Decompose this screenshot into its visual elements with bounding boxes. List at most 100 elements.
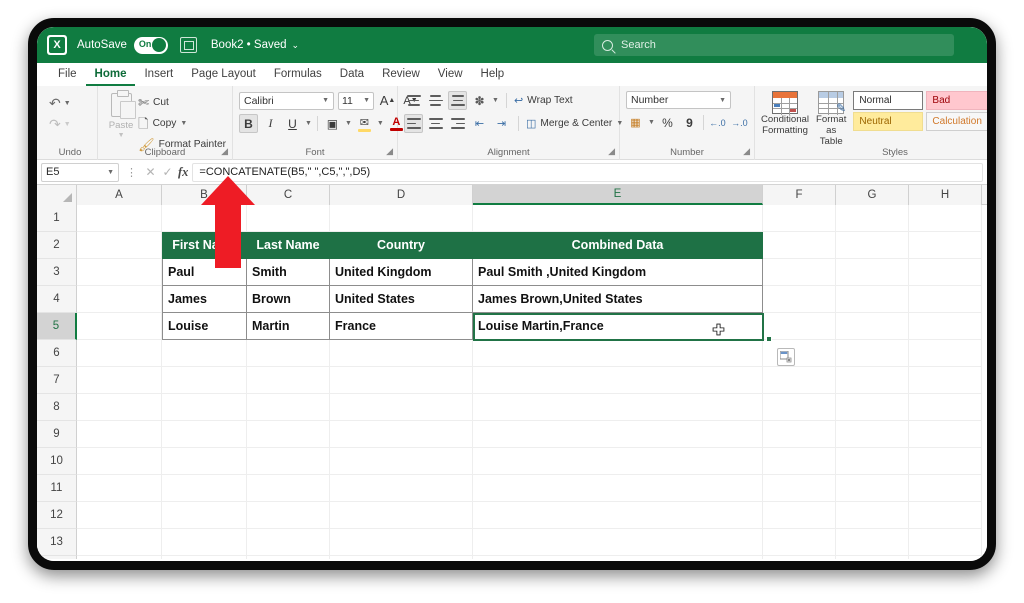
cell-C10[interactable] xyxy=(247,448,330,475)
row-header-8[interactable]: 8 xyxy=(37,394,77,421)
cell-H2[interactable] xyxy=(909,232,982,259)
comma-format-button[interactable]: 9 xyxy=(680,113,699,132)
file-name-label[interactable]: Book2 • Saved xyxy=(211,39,287,51)
cell-B11[interactable] xyxy=(162,475,247,502)
cell-A4[interactable] xyxy=(77,286,162,313)
chevron-down-icon[interactable]: ▼ xyxy=(118,132,125,139)
borders-button[interactable]: ▣ xyxy=(323,114,342,133)
row-header-5[interactable]: 5 xyxy=(37,313,77,340)
style-calculation[interactable]: Calculation xyxy=(926,112,987,131)
cell-B8[interactable] xyxy=(162,394,247,421)
cell-F11[interactable] xyxy=(763,475,836,502)
cell-H3[interactable] xyxy=(909,259,982,286)
chevron-down-icon[interactable]: ▼ xyxy=(345,120,352,127)
row-header-4[interactable]: 4 xyxy=(37,286,77,313)
align-center-button[interactable] xyxy=(426,114,445,133)
copy-button[interactable]: 🗋 Copy ▼ xyxy=(138,114,226,133)
cell-H11[interactable] xyxy=(909,475,982,502)
cell-A5[interactable] xyxy=(77,313,162,340)
cell-E3[interactable]: Paul Smith ,United Kingdom xyxy=(473,259,763,286)
row-header-2[interactable]: 2 xyxy=(37,232,77,259)
cell-H14[interactable] xyxy=(909,556,982,559)
tab-review[interactable]: Review xyxy=(373,63,429,86)
cell-F3[interactable] xyxy=(763,259,836,286)
cell-E2[interactable]: Combined Data xyxy=(473,232,763,259)
tab-file[interactable]: File xyxy=(49,63,86,86)
cell-D10[interactable] xyxy=(330,448,473,475)
cell-C3[interactable]: Smith xyxy=(247,259,330,286)
cell-E8[interactable] xyxy=(473,394,763,421)
column-header-a[interactable]: A xyxy=(77,185,162,205)
formula-bar-more-icon[interactable]: ⋮ xyxy=(121,166,142,179)
row-header-9[interactable]: 9 xyxy=(37,421,77,448)
increase-font-size-button[interactable]: A ▲ xyxy=(378,91,397,110)
decrease-indent-button[interactable]: ⇤ xyxy=(470,114,489,133)
cell-A10[interactable] xyxy=(77,448,162,475)
cell-E6[interactable] xyxy=(473,340,763,367)
cell-F7[interactable] xyxy=(763,367,836,394)
cell-B4[interactable]: James xyxy=(162,286,247,313)
cell-F6[interactable] xyxy=(763,340,836,367)
cell-D14[interactable] xyxy=(330,556,473,559)
chevron-down-icon[interactable]: ▼ xyxy=(322,97,329,104)
cell-H13[interactable] xyxy=(909,529,982,556)
cell-D11[interactable] xyxy=(330,475,473,502)
style-bad[interactable]: Bad xyxy=(926,91,987,110)
row-header-3[interactable]: 3 xyxy=(37,259,77,286)
row-header-1[interactable]: 1 xyxy=(37,205,77,232)
font-size-select[interactable]: 11 ▼ xyxy=(338,91,374,110)
cell-G14[interactable] xyxy=(836,556,909,559)
column-header-f[interactable]: F xyxy=(763,185,836,205)
cell-D4[interactable]: United States xyxy=(330,286,473,313)
cell-B6[interactable] xyxy=(162,340,247,367)
number-dialog-launcher-icon[interactable]: ◢ xyxy=(743,146,750,157)
cell-A13[interactable] xyxy=(77,529,162,556)
cell-C9[interactable] xyxy=(247,421,330,448)
chevron-down-icon[interactable]: ▼ xyxy=(648,119,655,126)
cell-D13[interactable] xyxy=(330,529,473,556)
align-top-button[interactable] xyxy=(404,91,423,110)
chevron-down-icon[interactable]: ▼ xyxy=(180,120,187,127)
cell-B5[interactable]: Louise xyxy=(162,313,247,340)
tab-formulas[interactable]: Formulas xyxy=(265,63,331,86)
formula-input[interactable]: =CONCATENATE(B5," ",C5,",",D5) xyxy=(192,162,983,182)
cell-G10[interactable] xyxy=(836,448,909,475)
cell-B7[interactable] xyxy=(162,367,247,394)
cell-H7[interactable] xyxy=(909,367,982,394)
chevron-down-icon[interactable]: ▼ xyxy=(107,169,114,176)
autofill-options-icon[interactable] xyxy=(777,348,795,366)
cell-A6[interactable] xyxy=(77,340,162,367)
cell-C6[interactable] xyxy=(247,340,330,367)
cell-G7[interactable] xyxy=(836,367,909,394)
cell-C5[interactable]: Martin xyxy=(247,313,330,340)
align-bottom-button[interactable] xyxy=(448,91,467,110)
accounting-format-button[interactable]: ▦ xyxy=(626,113,645,132)
style-neutral[interactable]: Neutral xyxy=(853,112,924,131)
wrap-text-button[interactable]: ↩ Wrap Text xyxy=(514,91,573,110)
column-header-g[interactable]: G xyxy=(836,185,909,205)
cell-F4[interactable] xyxy=(763,286,836,313)
cell-H9[interactable] xyxy=(909,421,982,448)
cell-C2[interactable]: Last Name xyxy=(247,232,330,259)
cell-C8[interactable] xyxy=(247,394,330,421)
tab-data[interactable]: Data xyxy=(331,63,373,86)
cell-A14[interactable] xyxy=(77,556,162,559)
cell-H10[interactable] xyxy=(909,448,982,475)
merge-center-button[interactable]: ◫ Merge & Center ▼ xyxy=(526,114,623,133)
font-family-select[interactable]: Calibri ▼ xyxy=(239,91,334,110)
bold-button[interactable]: B xyxy=(239,114,258,133)
orientation-button[interactable]: ✽ xyxy=(470,91,489,110)
cell-H5[interactable] xyxy=(909,313,982,340)
redo-button[interactable]: ↷ ▼ xyxy=(49,116,71,133)
tab-help[interactable]: Help xyxy=(472,63,514,86)
chevron-down-icon[interactable]: ▼ xyxy=(363,97,370,104)
cell-G8[interactable] xyxy=(836,394,909,421)
column-header-h[interactable]: H xyxy=(909,185,982,205)
cell-E4[interactable]: James Brown,United States xyxy=(473,286,763,313)
cell-C11[interactable] xyxy=(247,475,330,502)
fill-handle[interactable] xyxy=(766,336,772,342)
italic-button[interactable]: I xyxy=(261,114,280,133)
conditional-formatting-button[interactable]: Conditional Formatting xyxy=(761,90,809,136)
tab-page-layout[interactable]: Page Layout xyxy=(182,63,265,86)
increase-decimal-button[interactable]: ←.0 xyxy=(708,113,727,132)
